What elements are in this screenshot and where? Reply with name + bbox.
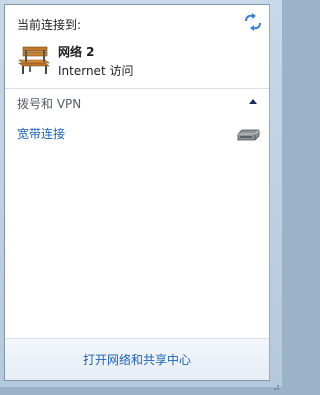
broadband-connection-item[interactable]: 宽带连接 [11,121,265,147]
collapse-caret-icon[interactable] [249,99,257,104]
modem-icon [235,127,261,143]
broadband-connection-label: 宽带连接 [17,127,66,141]
popup-footer: 打开网络和共享中心 [5,338,269,380]
network-name: 网络 2 [58,45,95,59]
bench-network-icon [17,45,51,75]
open-network-sharing-center-link[interactable]: 打开网络和共享中心 [5,351,269,368]
dialup-vpn-title: 拨号和 VPN [17,97,82,111]
refresh-arrows-icon [245,13,261,31]
popup-frame: 当前连接到: 网络 2 Internet 访问 拨号和 VPN 宽带连接 打开网… [0,0,282,390]
dialup-vpn-group-header[interactable]: 拨号和 VPN [5,89,269,117]
network-popup-panel: 当前连接到: 网络 2 Internet 访问 拨号和 VPN 宽带连接 打开网… [4,4,270,381]
network-access-status: Internet 访问 [58,64,134,78]
refresh-button[interactable] [243,13,263,31]
resize-grip-icon[interactable] [270,376,280,390]
connected-to-label: 当前连接到: [17,18,82,32]
